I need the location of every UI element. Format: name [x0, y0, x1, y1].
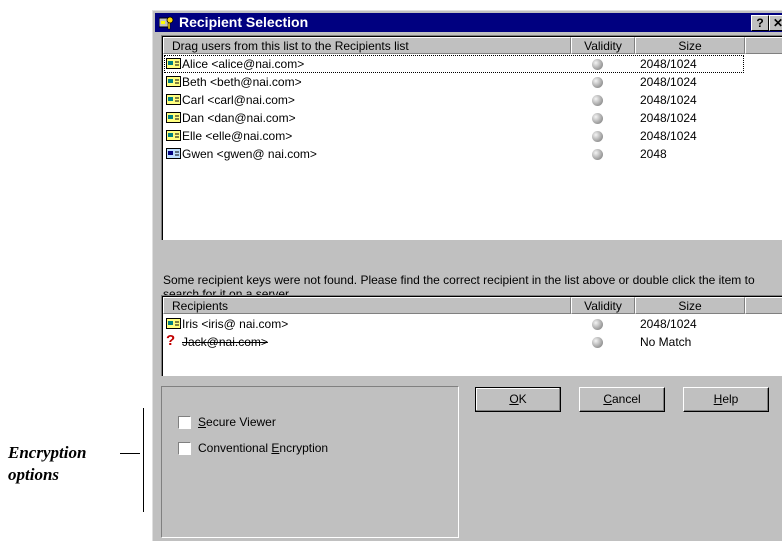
column-header-validity[interactable]: Validity — [571, 37, 635, 54]
callout-bracket — [143, 408, 144, 512]
validity-indicator — [592, 59, 603, 70]
key-card-icon — [166, 76, 181, 87]
user-row[interactable]: Beth <beth@nai.com> 2048/1024 — [164, 73, 782, 91]
checkbox-label: Conventional Encryption — [198, 441, 329, 455]
validity-indicator — [592, 149, 603, 160]
column-header-filler — [745, 297, 782, 314]
recipient-selection-dialog: Recipient Selection ? ✕ Drag users from … — [152, 10, 782, 541]
user-row[interactable]: Dan <dan@nai.com> 2048/1024 — [164, 109, 782, 127]
column-header-size[interactable]: Size — [635, 37, 745, 54]
callout-line1: Encryption — [8, 443, 87, 462]
ok-button[interactable]: OK — [475, 387, 561, 412]
key-size: No Match — [640, 335, 692, 349]
checkbox-box[interactable] — [178, 416, 191, 429]
user-name: Alice <alice@nai.com> — [182, 57, 305, 71]
validity-indicator — [592, 337, 603, 348]
key-card-icon — [166, 112, 181, 123]
key-card-icon — [166, 94, 181, 105]
validity-indicator — [592, 319, 603, 330]
help-button[interactable]: Help — [683, 387, 769, 412]
recipient-name: Iris <iris@ nai.com> — [182, 317, 289, 331]
user-name: Dan <dan@nai.com> — [182, 111, 296, 125]
key-card-icon — [166, 130, 181, 141]
pgp-key-icon — [159, 16, 174, 30]
user-name: Beth <beth@nai.com> — [182, 75, 302, 89]
callout-pointer — [120, 453, 140, 454]
key-size: 2048 — [640, 147, 667, 161]
validity-indicator — [592, 113, 603, 124]
user-name: Elle <elle@nai.com> — [182, 129, 293, 143]
user-name: Gwen <gwen@ nai.com> — [182, 147, 317, 161]
user-row[interactable]: Carl <carl@nai.com> 2048/1024 — [164, 91, 782, 109]
key-card-icon — [166, 58, 181, 69]
checkbox-label: Secure Viewer — [198, 415, 276, 429]
validity-indicator — [592, 77, 603, 88]
user-list[interactable]: Drag users from this list to the Recipie… — [161, 35, 782, 240]
key-size: 2048/1024 — [640, 317, 697, 331]
validity-indicator — [592, 95, 603, 106]
user-row[interactable]: Gwen <gwen@ nai.com> 2048 — [164, 145, 782, 163]
recipient-row[interactable]: Iris <iris@ nai.com> 2048/1024 — [164, 315, 782, 333]
column-header-recipients[interactable]: Recipients — [163, 297, 571, 314]
key-size: 2048/1024 — [640, 57, 697, 71]
checkbox-box[interactable] — [178, 442, 191, 455]
column-header-name[interactable]: Drag users from this list to the Recipie… — [163, 37, 571, 54]
key-card-icon — [166, 148, 181, 159]
user-name: Carl <carl@nai.com> — [182, 93, 295, 107]
key-size: 2048/1024 — [640, 129, 697, 143]
encryption-options-callout: Encryption options — [8, 442, 118, 486]
column-header-size[interactable]: Size — [635, 297, 745, 314]
cancel-button[interactable]: Cancel — [579, 387, 665, 412]
context-help-button[interactable]: ? — [751, 15, 769, 31]
user-row[interactable]: Alice <alice@nai.com> 2048/1024 — [164, 55, 782, 73]
recipients-list[interactable]: Recipients Validity Size Iris <iris@ nai… — [161, 295, 782, 376]
user-row[interactable]: Elle <elle@nai.com> 2048/1024 — [164, 127, 782, 145]
recipient-name: Jack@nai.com> — [182, 335, 268, 349]
callout-line2: options — [8, 465, 60, 484]
encryption-options-group: Secure Viewer Conventional Encryption — [161, 386, 459, 538]
key-size: 2048/1024 — [640, 93, 697, 107]
recipient-row[interactable]: ? Jack@nai.com> No Match — [164, 333, 782, 351]
close-button[interactable]: ✕ — [769, 15, 782, 31]
title-bar[interactable]: Recipient Selection ? ✕ — [155, 13, 782, 32]
dialog-title: Recipient Selection — [179, 14, 309, 30]
question-mark-icon: ? — [166, 332, 176, 349]
key-card-icon — [166, 318, 181, 329]
key-size: 2048/1024 — [640, 75, 697, 89]
key-size: 2048/1024 — [640, 111, 697, 125]
column-header-filler — [745, 37, 782, 54]
column-header-validity[interactable]: Validity — [571, 297, 635, 314]
validity-indicator — [592, 131, 603, 142]
